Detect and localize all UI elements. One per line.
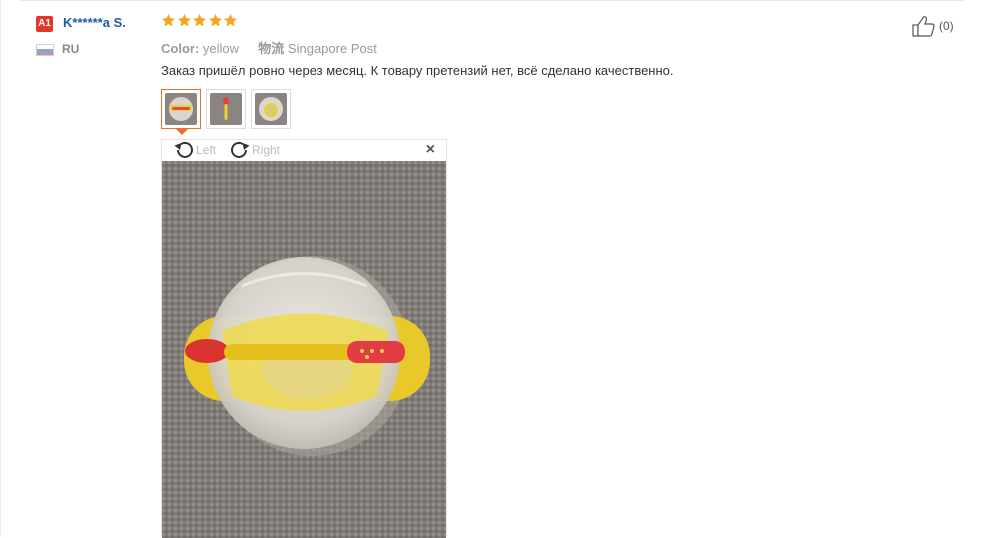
rotate-right-label: Right xyxy=(252,143,281,157)
like-button[interactable]: (0) xyxy=(912,15,954,37)
review-photo-thumbnails xyxy=(161,89,296,135)
star-icon xyxy=(177,13,191,27)
review-photo xyxy=(162,161,446,538)
star-icon xyxy=(192,13,207,27)
rotate-left-icon xyxy=(174,141,193,158)
flag-ru-icon xyxy=(36,44,54,56)
close-icon[interactable]: × xyxy=(426,142,435,158)
buyer-level-badge: A1 xyxy=(36,16,53,32)
star-icon xyxy=(223,13,238,27)
rotate-right-icon xyxy=(231,141,250,158)
left-border xyxy=(0,0,1,537)
order-attributes: Color: yellow 物流 Singapore Post xyxy=(161,38,377,57)
active-thumb-caret xyxy=(176,129,188,135)
star-rating xyxy=(161,13,239,28)
rotate-left-label: Left xyxy=(196,143,217,157)
reviewer-name[interactable]: K******a S. xyxy=(63,15,126,30)
review-divider xyxy=(20,0,964,1)
review-text: Заказ пришёл ровно через месяц. К товару… xyxy=(161,63,674,78)
thumbs-up-icon xyxy=(912,16,935,37)
color-label: Color: xyxy=(161,41,200,56)
reviewer-country: RU xyxy=(62,42,80,56)
color-value: yellow xyxy=(202,41,240,56)
bowl-side-photo-thumb xyxy=(255,93,287,125)
rotate-right-button[interactable]: Right xyxy=(229,141,280,159)
shipping-label: 物流 xyxy=(258,41,285,56)
shipping-value: Singapore Post xyxy=(287,41,377,56)
photo-viewer: Left Right × xyxy=(161,139,447,538)
photo-thumbnail-1[interactable] xyxy=(161,89,201,135)
bowl-photo-thumb xyxy=(165,93,197,125)
star-icon xyxy=(208,13,222,27)
photo-thumbnail-3[interactable] xyxy=(251,89,291,129)
spoon-photo-thumb xyxy=(210,93,242,125)
photo-viewer-toolbar: Left Right × xyxy=(162,140,446,161)
photo-thumbnail-2[interactable] xyxy=(206,89,246,129)
rotate-left-button[interactable]: Left xyxy=(173,141,216,159)
like-count: (0) xyxy=(939,19,954,33)
star-icon xyxy=(161,13,176,27)
